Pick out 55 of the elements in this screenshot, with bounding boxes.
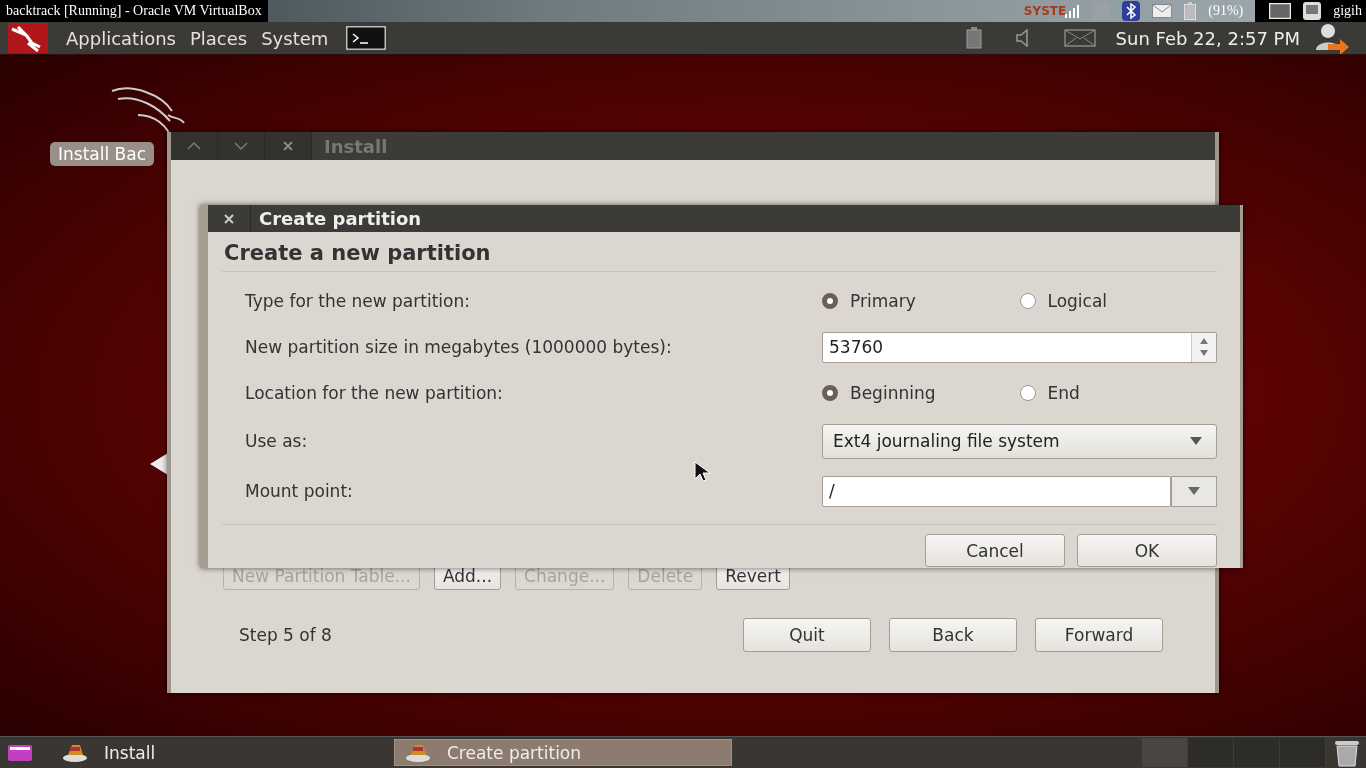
workspace-switcher[interactable]: [1142, 738, 1326, 767]
field-label: Location for the new partition:: [245, 383, 504, 403]
field-label: Mount point:: [245, 481, 354, 501]
dialog-title: Create partition: [259, 208, 422, 229]
window-title: backtrack [Running] - Oracle VM VirtualBox: [0, 0, 268, 22]
taskbar-button[interactable]: Install: [52, 739, 390, 766]
signal-icon[interactable]: [1064, 3, 1081, 19]
trash-icon[interactable]: [1334, 738, 1360, 767]
monitor-icon[interactable]: [1303, 2, 1322, 20]
mail-icon[interactable]: [1152, 4, 1173, 18]
mail-icon[interactable]: [1063, 29, 1096, 47]
field-label: Type for the new partition:: [245, 291, 471, 311]
dialog-heading: Create a new partition: [222, 232, 1217, 272]
widget-text: SYSTE: [1023, 4, 1067, 18]
dialog-button[interactable]: Cancel: [925, 534, 1065, 567]
window-title: Install: [324, 135, 388, 157]
radio-button[interactable]: [822, 385, 838, 401]
dialog-button[interactable]: OK: [1077, 534, 1217, 567]
bluetooth-icon[interactable]: [1122, 1, 1141, 21]
taskbar-button[interactable]: Create partition: [394, 739, 732, 766]
menu-icon[interactable]: [8, 744, 32, 761]
nav-button[interactable]: Quit: [743, 618, 871, 652]
field-label: New partition size in megabytes (1000000 bytes):: [245, 337, 673, 357]
speaker-icon[interactable]: [1015, 29, 1030, 47]
menu-item[interactable]: Places: [189, 27, 248, 49]
menu-item[interactable]: Applications: [66, 27, 176, 49]
terminal-icon[interactable]: [346, 26, 387, 50]
use-as-dropdown[interactable]: Ext4 journaling file system: [822, 423, 1217, 459]
step-label: Step 5 of 8: [239, 625, 332, 645]
radio-label[interactable]: Beginning: [850, 383, 936, 403]
installer-icon: [405, 742, 431, 763]
radio-label[interactable]: End: [1047, 383, 1080, 403]
radio-button[interactable]: [1019, 385, 1036, 401]
size-spin-field[interactable]: 53760: [822, 331, 1217, 363]
radio-button[interactable]: [1019, 293, 1036, 309]
user-name: gigih: [1333, 3, 1362, 19]
battery-icon[interactable]: [965, 27, 982, 49]
installer-icon: [62, 742, 88, 763]
mouse-pointer-icon: [694, 461, 710, 483]
radio-label[interactable]: Primary: [850, 291, 916, 311]
screen-icon[interactable]: [1269, 3, 1292, 19]
nav-button[interactable]: Back: [889, 618, 1017, 652]
close-icon[interactable]: [265, 132, 312, 160]
nav-button[interactable]: Forward: [1035, 618, 1163, 652]
dragon-logo-icon[interactable]: [8, 23, 48, 53]
field-label: Use as:: [245, 431, 309, 451]
radio-button[interactable]: [822, 293, 838, 309]
menu-item[interactable]: System: [261, 27, 329, 49]
clock[interactable]: Sun Feb 22, 2:57 PM: [1115, 27, 1300, 49]
dropdown-arrow-icon[interactable]: [1190, 437, 1202, 445]
battery-reading: (91%): [1208, 3, 1244, 19]
user-logout-icon[interactable]: [1314, 22, 1350, 54]
spin-arrows-icon[interactable]: [1191, 332, 1216, 362]
mount-point-field[interactable]: /: [822, 475, 1171, 507]
radio-label[interactable]: Logical: [1047, 291, 1108, 311]
